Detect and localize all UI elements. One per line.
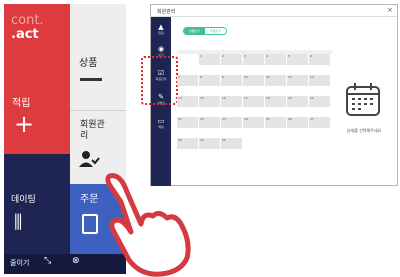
eye-icon: ◉ [157, 45, 165, 53]
calendar-day-number: 8 [200, 75, 202, 79]
calendar-day-number: 15 [200, 96, 204, 100]
collapse-label[interactable]: 줄이기 [10, 258, 29, 268]
app-logo: cont. .act [11, 13, 44, 42]
dating-label: 데이팅 [11, 195, 36, 205]
calendar-day-number: 29 [200, 138, 204, 142]
people-icon: ⫼ [14, 212, 23, 233]
calendar-day[interactable]: 20 [309, 96, 330, 107]
calendar-day-number: 30 [222, 138, 226, 142]
calendar-day [309, 138, 330, 149]
shrink-icon[interactable]: ⤡ [44, 256, 51, 266]
calendar-day[interactable]: 15 [199, 96, 220, 107]
calendar-day-number: 25 [266, 117, 270, 121]
calendar-day-number: 24 [244, 117, 248, 121]
calendar-day-number: 13 [310, 75, 314, 79]
calendar-day-number: 27 [310, 117, 314, 121]
calendar-day-number: 10 [244, 75, 248, 79]
calendar-day-number: 21 [178, 117, 182, 121]
toggle-month[interactable]: 월별보기 [184, 28, 205, 34]
title-divider [151, 16, 397, 17]
calendar-day [287, 138, 308, 149]
acquire-label: 적립 [12, 98, 31, 109]
calendar-day[interactable]: 11 [265, 75, 286, 86]
calendar-day[interactable]: 19 [287, 96, 308, 107]
calendar-day [265, 138, 286, 149]
calendar-icon [346, 83, 380, 116]
calendar-day[interactable]: 22 [199, 117, 220, 128]
calendar-day[interactable]: 1 [199, 54, 220, 65]
calendar-day[interactable]: 6 [309, 54, 330, 65]
calendar-day-number: 18 [266, 96, 270, 100]
detail-placeholder: 상세를 선택해주세요 [346, 128, 382, 133]
calendar-day-number: 16 [222, 96, 226, 100]
toggle-week[interactable]: 주별보기 [205, 28, 226, 34]
user-check-icon [79, 151, 100, 167]
calendar-day[interactable]: 30 [221, 138, 242, 149]
calendar-day[interactable]: 7 [177, 75, 198, 86]
calendar-day[interactable]: 29 [199, 138, 220, 149]
calendar-day[interactable]: 10 [243, 75, 264, 86]
calendar-day[interactable]: 26 [287, 117, 308, 128]
calendar-day-number: 17 [244, 96, 248, 100]
calendar-day-number: 9 [222, 75, 224, 79]
calendar-day[interactable]: 24 [243, 117, 264, 128]
view-toggle[interactable]: 월별보기 주별보기 [183, 27, 227, 35]
calendar-day[interactable]: 4 [265, 54, 286, 65]
calendar-day-number: 20 [310, 96, 314, 100]
calendar-day[interactable]: 3 [243, 54, 264, 65]
sidebar-item-chat[interactable]: ▭ 채팅 [151, 117, 171, 129]
calendar-day-number: 2 [222, 54, 224, 58]
calendar-day[interactable]: 2 [221, 54, 242, 65]
divider [70, 110, 126, 111]
calendar-day-number: 26 [288, 117, 292, 121]
calendar-day[interactable]: 14 [177, 96, 198, 107]
calendar-day-number: 11 [266, 75, 270, 79]
calendar-day-number: 5 [288, 54, 290, 58]
calendar-day-number: 4 [266, 54, 268, 58]
calendar-day[interactable]: 9 [221, 75, 242, 86]
bell-icon: ▲ [158, 23, 164, 31]
calendar-day[interactable]: 8 [199, 75, 220, 86]
calendar-day-number: 12 [288, 75, 292, 79]
window-title: 회원관리 [157, 9, 176, 15]
calendar-day[interactable]: 12 [287, 75, 308, 86]
plus-icon: + [14, 110, 35, 138]
calendar-day[interactable]: 18 [265, 96, 286, 107]
calendar-day-number: 1 [200, 54, 202, 58]
calendar-day-number: 22 [200, 117, 204, 121]
calendar-day-number: 3 [244, 54, 246, 58]
calendar: 1 2 3 4 5 6 7 8 9 10 11 12 13 14 15 16 17 18 19 20 21 22 23 24 2… [177, 50, 332, 152]
calendar-day [243, 138, 264, 149]
goods-label[interactable]: 상품 [79, 54, 97, 69]
calendar-day[interactable]: 13 [309, 75, 330, 86]
calendar-day[interactable]: 27 [309, 117, 330, 128]
calendar-day[interactable]: 23 [221, 117, 242, 128]
chat-icon: ▭ [157, 117, 165, 125]
close-icon[interactable]: × [387, 6, 393, 14]
calendar-day-number: 14 [178, 96, 182, 100]
calendar-day-number: 23 [222, 117, 226, 121]
pointer-hand-icon [105, 173, 191, 277]
sidebar-item-notice[interactable]: ▲ 알림 [151, 23, 171, 35]
calendar-day-number: 6 [310, 54, 312, 58]
member-label[interactable]: 회원관리 [80, 120, 110, 142]
calendar-day-number: 19 [288, 96, 292, 100]
calendar-day-number: 7 [178, 75, 180, 79]
calendar-day[interactable]: 17 [243, 96, 264, 107]
calendar-day[interactable]: 16 [221, 96, 242, 107]
calendar-day[interactable]: 28 [177, 138, 198, 149]
calendar-day-number: 28 [178, 138, 182, 142]
calendar-day[interactable]: 25 [265, 117, 286, 128]
settings-icon[interactable]: ⊗ [72, 256, 80, 266]
highlight-marker [141, 56, 178, 105]
calendar-day [177, 54, 198, 65]
calendar-day[interactable]: 21 [177, 117, 198, 128]
goods-icon [80, 78, 102, 81]
calendar-day[interactable]: 5 [287, 54, 308, 65]
